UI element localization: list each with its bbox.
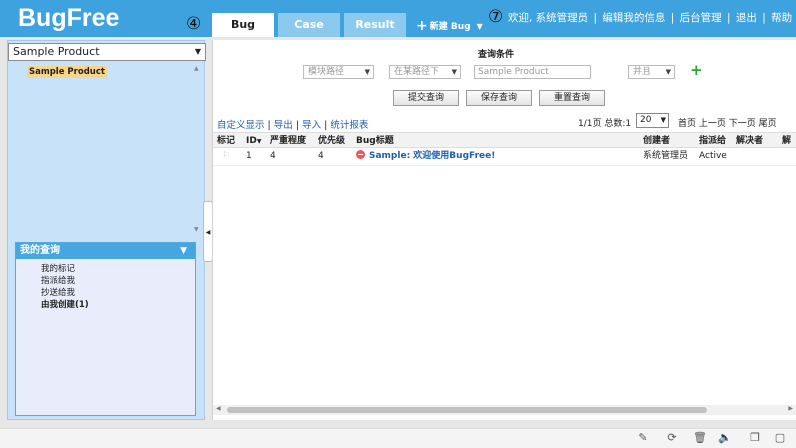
my-queries-title: 我的查询 <box>20 245 60 256</box>
row-creator: 系统管理员 <box>643 151 689 161</box>
query-item-cc-to-me[interactable]: 抄送给我 <box>41 287 195 299</box>
chevron-down-icon: ▼ <box>364 68 370 76</box>
toolbar-links: 自定义显示 | 导出 | 导入 | 统计报表 <box>217 120 369 131</box>
collapse-icon[interactable]: ▼ <box>180 243 187 259</box>
operator-select[interactable]: 在某路径下 ▼ <box>389 65 461 79</box>
pager-nav[interactable]: 首页 上一页 下一页 尾页 <box>678 116 777 129</box>
row-id: 1 <box>246 151 252 161</box>
chevron-down-icon: ▼ <box>660 116 666 124</box>
restore-icon[interactable]: ▢ <box>773 431 787 445</box>
marker-4: ④ <box>186 14 202 34</box>
report-link[interactable]: 统计报表 <box>330 120 368 131</box>
bugfree-logo[interactable]: BugFree <box>18 4 119 33</box>
export-link[interactable]: 导出 <box>274 120 293 131</box>
field-select-value: 模块路径 <box>308 67 345 77</box>
query-item-created-by-me[interactable]: 由我创建(1) <box>41 299 195 311</box>
my-queries-panel: 我的查询 ▼ 我的标记 指派给我 抄送给我 由我创建(1) <box>15 242 196 416</box>
col-assigned[interactable]: 指派给 <box>699 133 726 149</box>
tab-result[interactable]: Result <box>344 13 406 37</box>
save-query-button[interactable]: 保存查询 <box>466 90 532 106</box>
table-header: 标记 ID▼ 严重程度 优先级 Bug标题 创建者 指派给 解决者 解 <box>213 132 796 148</box>
horizontal-scrollbar[interactable]: ◀ ▶ <box>213 405 796 415</box>
table-row[interactable]: ⚐ 1 4 4 Sample: 欢迎使用BugFree! 系统管理员 Activ… <box>213 148 796 166</box>
window-icon[interactable]: ❐ <box>748 431 762 445</box>
col-resolved[interactable]: 解 <box>782 133 791 149</box>
help-link[interactable]: 帮助 <box>771 12 792 24</box>
plus-icon: + <box>416 18 428 34</box>
tab-case[interactable]: Case <box>278 13 340 37</box>
query-item-my-marks[interactable]: 我的标记 <box>41 263 195 275</box>
col-severity[interactable]: 严重程度 <box>270 133 306 149</box>
field-select[interactable]: 模块路径 ▼ <box>303 65 374 79</box>
taskbar: ✎ ⟳ 🗑 🔈 ❐ ▢ <box>0 428 796 448</box>
stop-icon <box>356 150 365 159</box>
welcome-text: 欢迎, 系统管理员 <box>508 12 589 24</box>
logout-link[interactable]: 退出 <box>736 12 757 24</box>
product-select[interactable]: Sample Product ▼ <box>8 43 206 61</box>
top-nav: 欢迎, 系统管理员 | 编辑我的信息 | 后台管理 | 退出 | 帮助 <box>508 12 793 24</box>
scrollbar-thumb[interactable] <box>227 407 707 413</box>
chevron-down-icon: ▼ <box>194 47 201 56</box>
page-size-value: 20 <box>640 115 652 125</box>
query-list: 我的标记 指派给我 抄送给我 由我创建(1) <box>16 259 195 311</box>
custom-display-link[interactable]: 自定义显示 <box>217 120 265 131</box>
admin-link[interactable]: 后台管理 <box>680 12 722 24</box>
chevron-down-icon: ▼ <box>665 68 671 76</box>
bug-title-link[interactable]: Sample: 欢迎使用BugFree! <box>369 151 495 161</box>
operator-select-value: 在某路径下 <box>394 67 440 77</box>
submit-query-button[interactable]: 提交查询 <box>393 90 459 106</box>
pager-info: 1/1页 总数:1 <box>578 119 632 129</box>
col-mark[interactable]: 标记 <box>217 133 235 149</box>
sort-down-icon: ▼ <box>256 138 262 145</box>
logic-select[interactable]: 并且 ▼ <box>628 65 675 79</box>
new-bug-button[interactable]: + 新建 Bug ▼ <box>416 18 483 34</box>
volume-icon[interactable]: 🔈 <box>718 431 732 445</box>
product-select-value: Sample Product <box>13 45 100 58</box>
query-conditions-title: 查询条件 <box>478 50 515 60</box>
new-bug-label: 新建 Bug <box>429 22 471 32</box>
scroll-right-icon[interactable]: ▶ <box>788 405 793 412</box>
scroll-left-icon[interactable]: ◀ <box>216 405 221 412</box>
scroll-down-icon[interactable]: ▼ <box>194 226 199 233</box>
reset-query-button[interactable]: 重置查询 <box>539 90 605 106</box>
row-assigned: Active <box>699 151 727 161</box>
header-bar: BugFree Bug Case Result + 新建 Bug ▼ 欢迎, 系统管… <box>0 0 796 37</box>
tab-bug[interactable]: Bug <box>212 13 274 37</box>
share-icon[interactable]: ⟳ <box>665 431 679 445</box>
marker-7: ⑦ <box>488 7 504 27</box>
row-severity: 4 <box>270 151 276 161</box>
my-queries-header[interactable]: 我的查询 ▼ <box>16 243 195 259</box>
collapse-left-icon: ◀ <box>205 229 211 236</box>
edit-profile-link[interactable]: 编辑我的信息 <box>602 12 665 24</box>
col-title[interactable]: Bug标题 <box>356 133 394 149</box>
row-title-cell: Sample: 欢迎使用BugFree! <box>356 148 495 164</box>
flag-icon[interactable]: ⚐ <box>222 148 230 164</box>
trash-icon[interactable]: 🗑 <box>693 431 707 445</box>
col-resolver[interactable]: 解决者 <box>736 133 763 149</box>
value-input[interactable]: Sample Product <box>474 65 591 79</box>
scroll-up-icon[interactable]: ▲ <box>194 65 199 72</box>
chevron-down-icon[interactable]: ▼ <box>477 22 483 31</box>
page-size-select[interactable]: 20 ▼ <box>636 113 669 128</box>
chevron-down-icon: ▼ <box>451 68 457 76</box>
col-priority[interactable]: 优先级 <box>318 133 345 149</box>
col-creator[interactable]: 创建者 <box>643 133 670 149</box>
logic-select-value: 并且 <box>633 67 652 77</box>
module-tree-item[interactable]: Sample Product <box>27 66 107 78</box>
col-id-label: ID <box>246 136 257 146</box>
query-item-assigned-to-me[interactable]: 指派给我 <box>41 275 195 287</box>
row-priority: 4 <box>318 151 324 161</box>
import-link[interactable]: 导入 <box>302 120 321 131</box>
pin-icon[interactable]: ✎ <box>636 431 650 445</box>
add-condition-icon[interactable]: + <box>690 61 703 79</box>
